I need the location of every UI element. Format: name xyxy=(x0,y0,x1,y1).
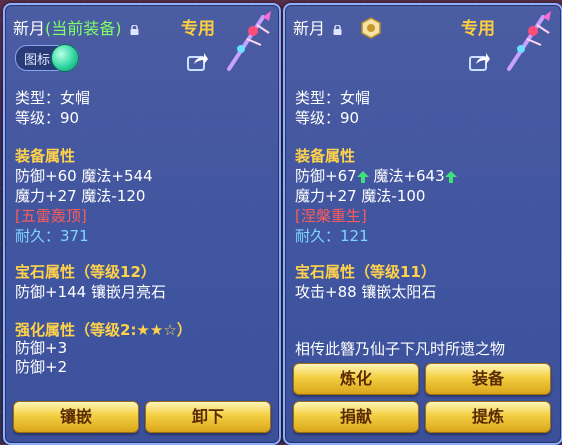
share-icon[interactable] xyxy=(469,51,491,71)
current-equip-tooltip: 新月(当前装备) 专用 图标 类型：女帽 等级：90 装备属性 防御+60 魔法… xyxy=(3,3,281,445)
item-type: 类型：女帽 xyxy=(15,89,91,107)
lore-text: 相传此簪乃仙子下凡时所遗之物 xyxy=(295,340,506,358)
equip-attr-header: 装备属性 xyxy=(295,147,356,165)
enhance-line-2: 防御+2 xyxy=(15,358,68,376)
icon-toggle-label: 图标 xyxy=(24,53,51,68)
lock-icon xyxy=(130,24,139,35)
donate-button[interactable]: 捐献 xyxy=(293,401,419,433)
gem-attr-header: 宝石属性（等级12） xyxy=(15,263,156,281)
remove-button[interactable]: 卸下 xyxy=(145,401,271,433)
durability: 耐久：121 xyxy=(295,227,369,245)
weapon-icon xyxy=(227,11,271,71)
item-title: 新月(当前装备) xyxy=(13,15,139,39)
stat-line-1: 防御+60 魔法+544 xyxy=(15,167,153,185)
special-skill: [涅槃重生] xyxy=(295,207,367,225)
stat-line-2: 魔力+27 魔法-100 xyxy=(295,187,426,205)
refine-button[interactable]: 炼化 xyxy=(293,363,419,395)
equip-button[interactable]: 装备 xyxy=(425,363,551,395)
inlay-button[interactable]: 镶嵌 xyxy=(13,401,139,433)
exclusive-label: 专用 xyxy=(181,19,215,39)
item-level: 等级：90 xyxy=(15,109,80,127)
equip-attr-header: 装备属性 xyxy=(15,147,76,165)
stat-line-1: 防御+67 魔法+643 xyxy=(295,165,457,186)
item-level: 等级：90 xyxy=(295,109,360,127)
current-equip-tag: (当前装备) xyxy=(45,19,122,38)
item-title: 新月 xyxy=(293,15,342,39)
gem-stats: 防御+144 镶嵌月亮石 xyxy=(15,283,166,301)
icon-toggle[interactable]: 图标 xyxy=(15,44,79,72)
exclusive-label: 专用 xyxy=(461,19,495,39)
weapon-icon xyxy=(507,11,551,71)
share-icon[interactable] xyxy=(187,51,209,71)
item-name: 新月 xyxy=(13,19,46,38)
enhance-line-1: 防御+3 xyxy=(15,339,68,357)
up-arrow-icon xyxy=(444,170,457,183)
item-name: 新月 xyxy=(293,19,326,38)
up-arrow-icon xyxy=(356,170,369,183)
special-skill: [五雷轰顶] xyxy=(15,207,87,225)
item-type: 类型：女帽 xyxy=(295,89,371,107)
lock-icon xyxy=(333,24,342,35)
stat-magic: 魔法+643 xyxy=(373,167,445,185)
extract-button[interactable]: 提炼 xyxy=(425,401,551,433)
compare-equip-tooltip: 新月 专用 类型：女帽 等级：90 装备属性 防御+67 魔法+643 魔力+2… xyxy=(283,3,562,445)
durability: 耐久：371 xyxy=(15,227,89,245)
stat-defense: 防御+67 xyxy=(295,167,357,185)
medal-icon xyxy=(361,17,381,39)
gem-attr-header: 宝石属性（等级11） xyxy=(295,263,436,281)
stat-line-2: 魔力+27 魔法-120 xyxy=(15,187,146,205)
toggle-knob xyxy=(51,44,79,72)
gem-stats: 攻击+88 镶嵌太阳石 xyxy=(295,283,437,301)
